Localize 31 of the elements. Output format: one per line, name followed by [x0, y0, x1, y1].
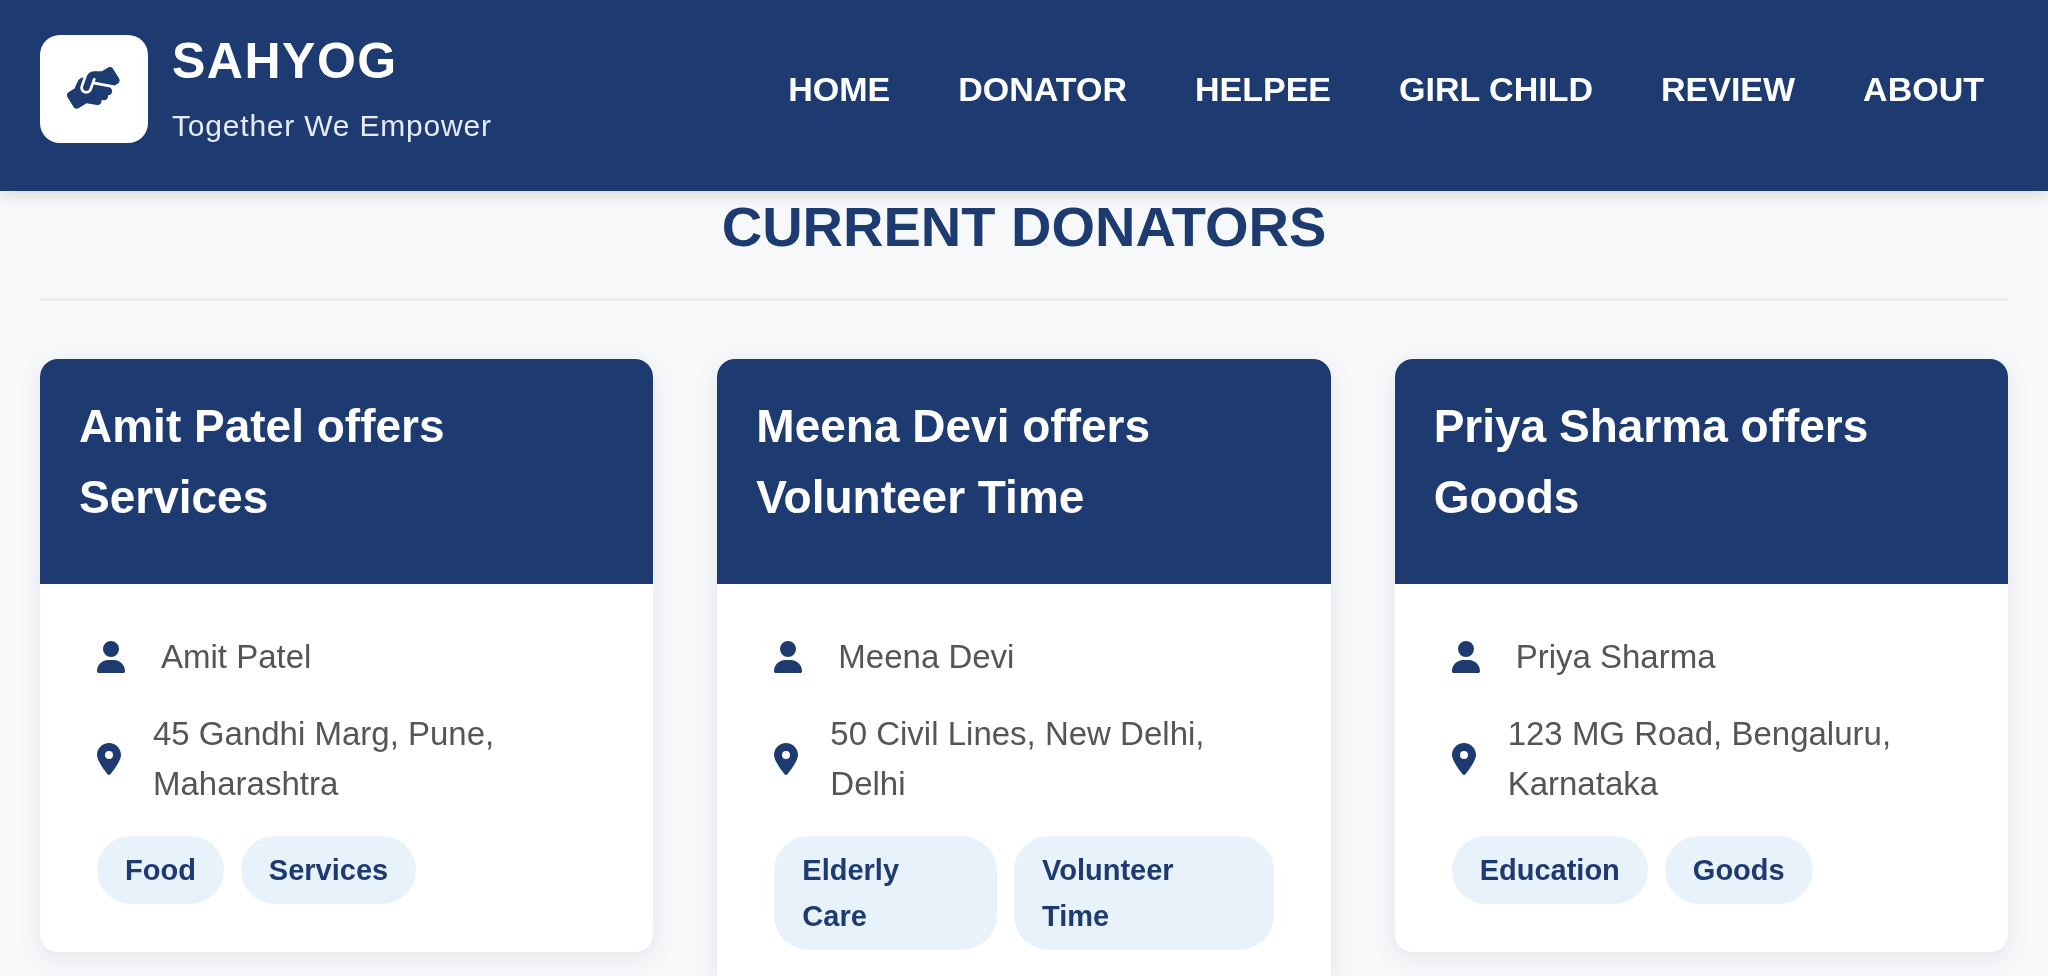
category-tag: Elderly Care — [774, 836, 997, 950]
nav-link[interactable]: ABOUT — [1863, 68, 1984, 110]
category-tag: Food — [97, 836, 224, 904]
location-pin-icon — [1451, 743, 1476, 775]
category-tag: Services — [240, 836, 417, 904]
person-icon — [1451, 641, 1480, 673]
donor-address: 123 MG Road, Bengaluru, Karnataka — [1507, 714, 1893, 804]
nav-link[interactable]: REVIEW — [1661, 68, 1796, 110]
card-title: Meena Devi offers Volunteer Time — [756, 399, 1152, 525]
section-title: CURRENT DONATORS — [721, 194, 1327, 260]
category-tag: Volunteer Time — [1014, 836, 1274, 950]
card-title: Amit Patel offers Services — [79, 399, 446, 525]
nav-link[interactable]: HELPEE — [1195, 68, 1332, 110]
brand-tagline: Together We Empower — [172, 107, 492, 144]
location-pin-icon — [774, 743, 799, 775]
nav-link[interactable]: DONATOR — [958, 68, 1127, 110]
nav-link[interactable]: HOME — [788, 68, 891, 110]
nav-link[interactable]: GIRL CHILD — [1399, 68, 1593, 110]
donor-address: 50 Civil Lines, New Delhi, Delhi — [830, 714, 1206, 804]
category-tag: Goods — [1664, 836, 1813, 904]
person-icon — [774, 641, 803, 673]
handshake-icon — [40, 35, 148, 143]
category-tag: Education — [1451, 836, 1648, 904]
card-title: Priya Sharma offers Goods — [1433, 399, 1870, 525]
person-icon — [97, 641, 125, 673]
location-pin-icon — [97, 743, 121, 775]
brand-name: SAHYOG — [172, 33, 398, 89]
donor-name: Amit Patel — [161, 637, 312, 677]
donor-address: 45 Gandhi Marg, Pune, Maharashtra — [153, 714, 496, 804]
donor-name: Meena Devi — [838, 637, 1015, 677]
donor-name: Priya Sharma — [1515, 637, 1716, 677]
